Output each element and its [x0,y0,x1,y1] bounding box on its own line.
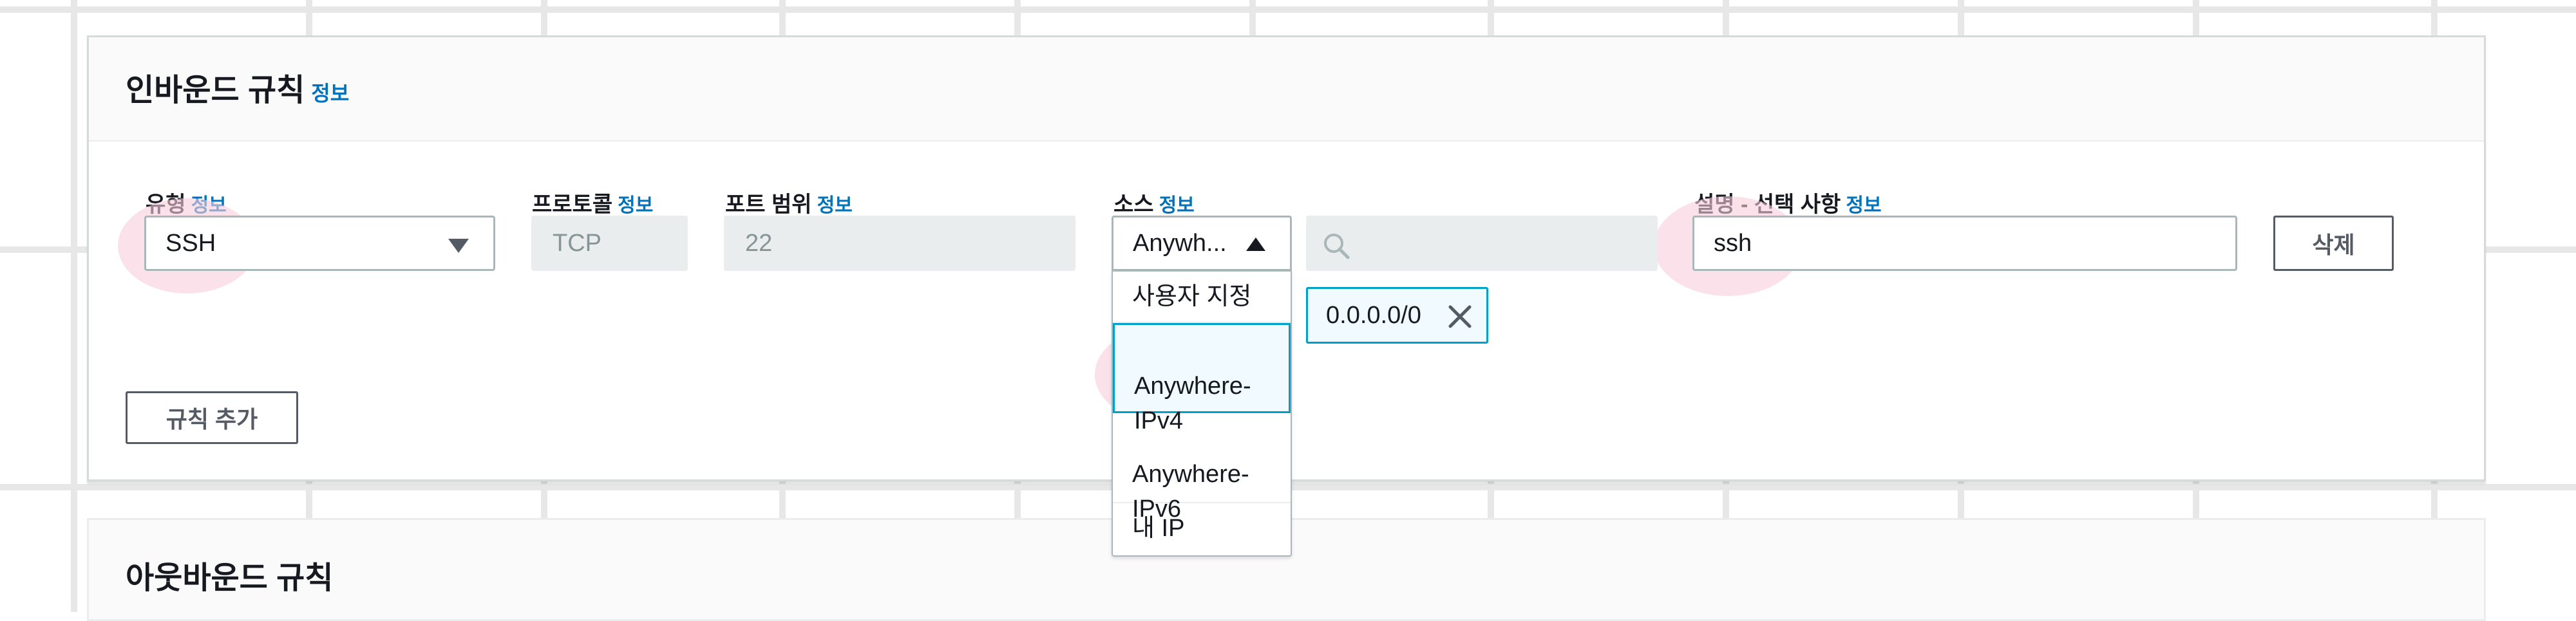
port-range-info-link[interactable]: 정보 [817,195,853,216]
type-select-value: SSH [166,229,216,257]
port-range-value: 22 [745,229,773,257]
description-value: ssh [1714,229,1752,257]
description-info-link[interactable]: 정보 [1846,195,1881,216]
search-icon [1324,234,1350,259]
protocol-info-link[interactable]: 정보 [618,195,653,216]
outbound-rules-title: 아웃바운드 규칙 [126,561,334,595]
source-option-custom[interactable]: 사용자 지정 [1113,272,1291,323]
source-column-label: 소스 정보 [1113,187,1195,218]
inbound-rules-info-link[interactable]: 정보 [311,82,349,105]
source-select[interactable]: Anywh... [1112,216,1292,271]
source-option-my-ip[interactable]: 내 IP [1113,503,1291,555]
close-icon[interactable] [1444,301,1476,333]
source-token-value: 0.0.0.0/0 [1326,301,1421,329]
source-option-label: 내 IP [1132,515,1185,542]
delete-rule-label: 삭제 [2312,232,2355,258]
protocol-field: TCP [531,216,688,271]
inbound-rules-header: 인바운드 규칙 정보 [89,37,2484,142]
inbound-rules-title-text: 인바운드 규칙 [126,73,305,107]
type-select[interactable]: SSH [144,216,495,271]
protocol-column-label: 프로토콜 정보 [532,187,653,218]
port-range-label: 포트 범위 [725,192,812,217]
source-search-input[interactable] [1306,216,1658,271]
source-token: 0.0.0.0/0 [1306,287,1488,344]
source-option-anywhere-ipv6[interactable]: Anywhere- IPv6 [1113,413,1291,523]
protocol-label: 프로토콜 [532,192,613,217]
add-rule-button[interactable]: 규칙 추가 [126,391,298,444]
inbound-rules-title: 인바운드 규칙 정보 [126,64,349,109]
description-input[interactable]: ssh [1692,216,2237,271]
protocol-value: TCP [553,229,601,257]
source-option-anywhere-ipv4[interactable]: Anywhere- IPv4 [1113,323,1291,434]
source-label: 소스 [1113,192,1154,217]
delete-rule-button[interactable]: 삭제 [2273,216,2394,271]
caret-down-icon [448,239,469,253]
source-option-label: 사용자 지정 [1132,283,1252,310]
port-range-column-label: 포트 범위 정보 [725,187,853,218]
source-dropdown-menu: 사용자 지정 Anywhere- IPv4 Anywhere- IPv6 내 I… [1112,270,1292,557]
source-info-link[interactable]: 정보 [1159,195,1195,216]
add-rule-label: 규칙 추가 [166,406,258,432]
caret-up-icon [1246,237,1265,251]
port-range-field: 22 [724,216,1075,271]
source-select-value: Anywh... [1133,229,1227,257]
